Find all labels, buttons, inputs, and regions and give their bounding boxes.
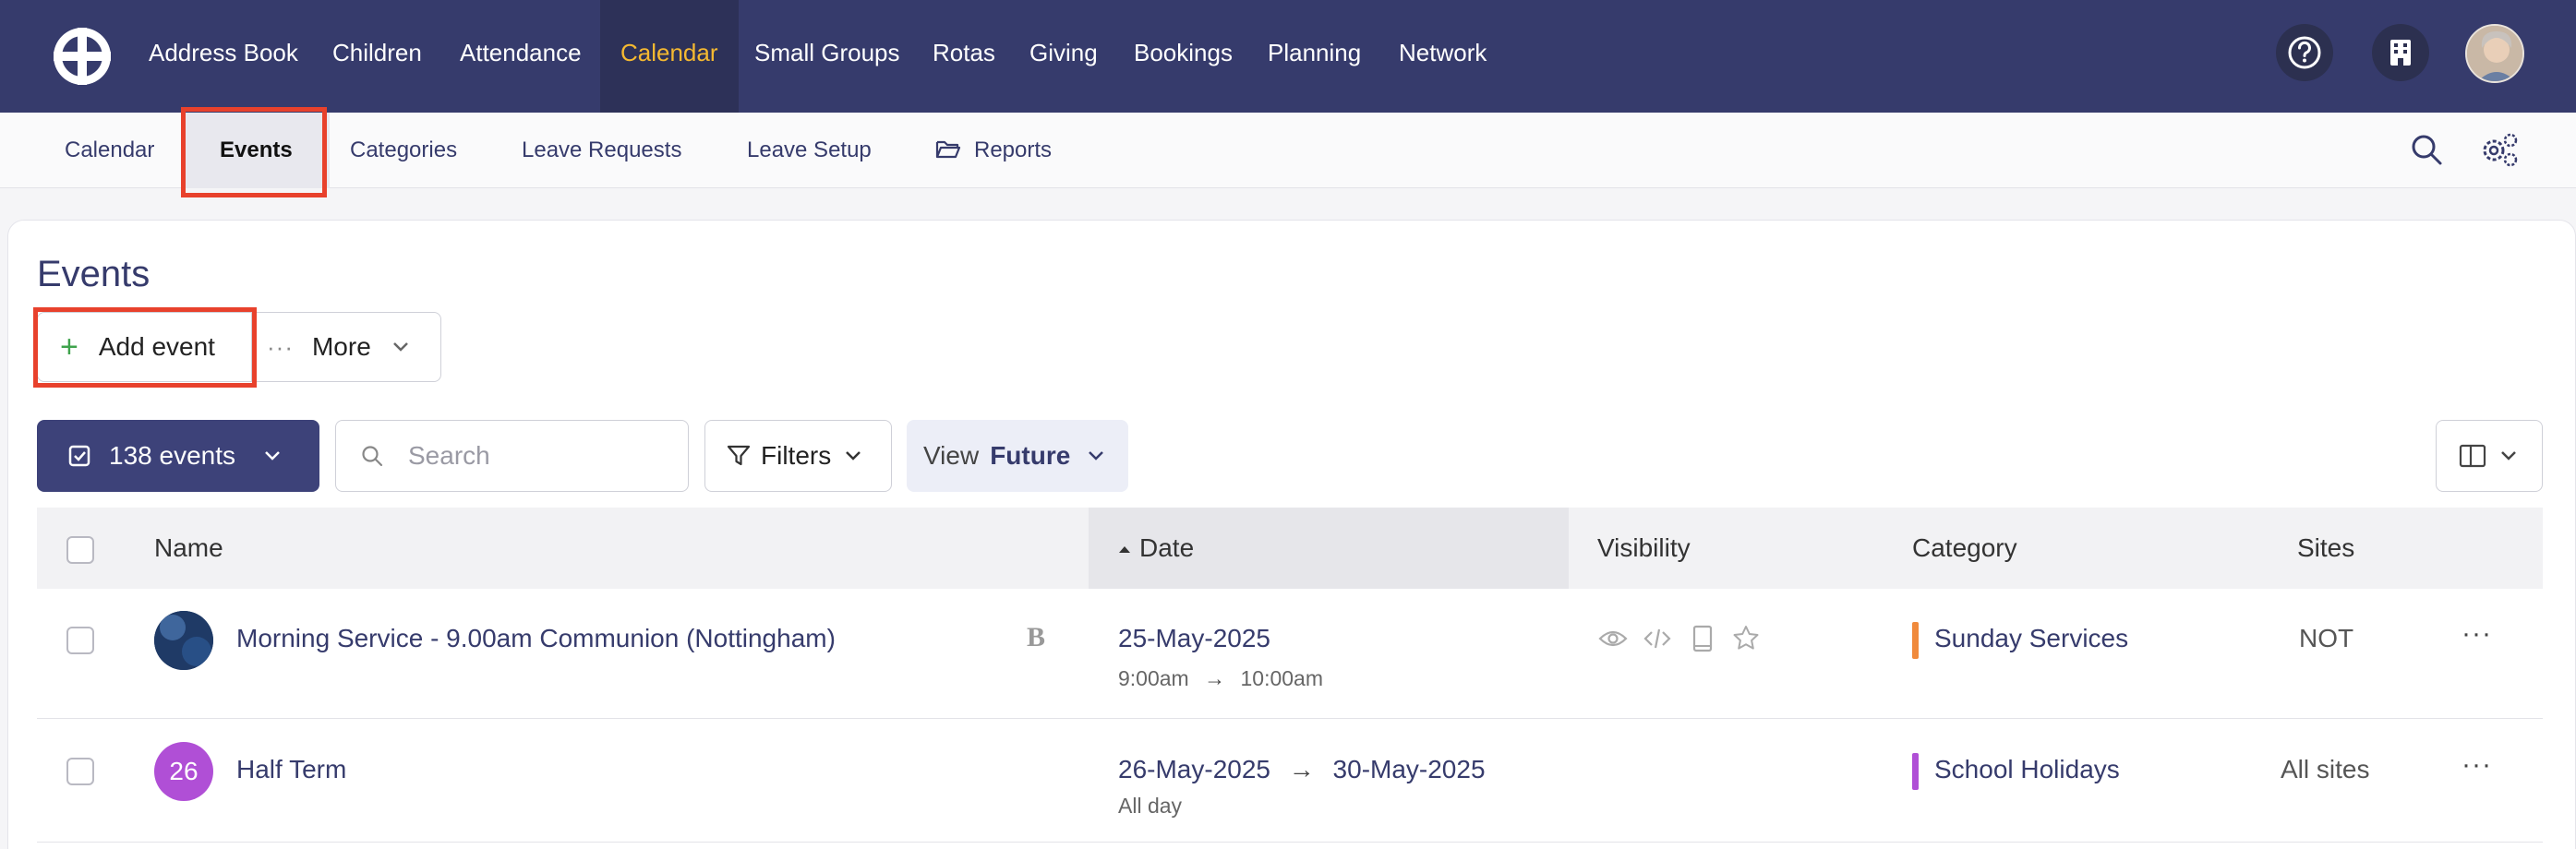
columns-layout-button[interactable]	[2436, 420, 2543, 492]
header-category[interactable]: Category	[1912, 508, 2017, 589]
add-event-label: Add event	[98, 332, 215, 361]
embed-code-icon	[1643, 628, 1671, 649]
event-time-start: 9:00am	[1118, 666, 1189, 690]
nav-item-children[interactable]: Children	[332, 0, 422, 113]
add-event-button[interactable]: + Add event	[37, 312, 253, 382]
subnav-reports[interactable]: Reports	[935, 113, 1052, 188]
nav-item-network[interactable]: Network	[1399, 0, 1487, 113]
columns-icon	[2459, 444, 2486, 468]
event-name-link[interactable]: Morning Service - 9.00am Communion (Nott…	[236, 624, 836, 653]
event-date-start: 26-May-2025	[1118, 755, 1270, 783]
view-label: View	[923, 441, 980, 470]
nav-item-small-groups[interactable]: Small Groups	[754, 0, 900, 113]
user-avatar[interactable]	[2465, 24, 2524, 83]
row-checkbox[interactable]	[66, 627, 94, 654]
event-date-badge: 26	[154, 742, 213, 801]
select-all-checkbox[interactable]	[66, 536, 94, 564]
nav-item-giving[interactable]: Giving	[1029, 0, 1098, 113]
building-icon	[2390, 40, 2411, 66]
header-date[interactable]: Date	[1117, 508, 1194, 589]
filters-label: Filters	[761, 441, 832, 470]
header-date-label: Date	[1139, 533, 1195, 562]
organisation-button[interactable]	[2372, 24, 2429, 81]
checkbox-checked-icon	[68, 445, 90, 467]
event-time: 9:00am → 10:00am	[1118, 666, 1323, 691]
event-date[interactable]: 25-May-2025	[1118, 624, 1270, 653]
row-divider	[37, 842, 2543, 843]
search-icon	[362, 446, 383, 467]
help-icon	[2288, 36, 2321, 69]
nav-item-planning[interactable]: Planning	[1268, 0, 1361, 113]
search-field	[335, 420, 689, 492]
chevron-down-icon	[2501, 451, 2516, 460]
event-time-note: All day	[1118, 794, 1183, 818]
sub-navigation: Calendar Events Categories Leave Request…	[0, 113, 2576, 188]
nav-item-attendance[interactable]: Attendance	[460, 0, 582, 113]
event-thumbnail-image	[154, 611, 213, 670]
arrow-right-icon: →	[1288, 755, 1315, 783]
search-icon[interactable]	[2410, 133, 2443, 166]
page-title: Events	[37, 254, 150, 294]
row-divider	[37, 718, 2543, 719]
sort-ascending-icon	[1119, 546, 1130, 553]
more-label: More	[311, 332, 371, 361]
help-button[interactable]	[2276, 24, 2333, 81]
search-input[interactable]	[408, 437, 676, 474]
select-events-button[interactable]: 138 events	[37, 420, 319, 492]
top-navigation: Address Book Children Attendance Calenda…	[0, 0, 2576, 113]
header-visibility[interactable]: Visibility	[1597, 508, 1691, 589]
nav-item-address-book[interactable]: Address Book	[149, 0, 298, 113]
row-actions-icon[interactable]: ···	[2462, 618, 2492, 650]
app-logo-icon[interactable]	[50, 24, 114, 89]
row-checkbox[interactable]	[66, 758, 94, 785]
tablet-icon	[1692, 625, 1713, 652]
subnav-reports-label: Reports	[974, 138, 1053, 162]
bold-b-icon: B	[1027, 622, 1046, 652]
event-date-range[interactable]: 26-May-2025 → 30-May-2025	[1118, 755, 1486, 784]
events-count-label: 138 events	[109, 441, 235, 470]
nav-item-rotas[interactable]: Rotas	[933, 0, 995, 113]
event-date-end: 30-May-2025	[1332, 755, 1486, 783]
filters-button[interactable]: Filters	[704, 420, 892, 492]
ellipsis-icon: ···	[267, 332, 294, 361]
event-time-end: 10:00am	[1240, 666, 1324, 690]
category-color-bar	[1912, 753, 1919, 790]
category-color-bar	[1912, 622, 1919, 659]
chevron-down-icon	[265, 451, 280, 460]
sites-value: All sites	[2281, 755, 2370, 783]
filter-funnel-icon	[727, 445, 751, 466]
arrow-right-icon: →	[1204, 666, 1226, 690]
header-sites[interactable]: Sites	[2297, 508, 2354, 589]
view-selector[interactable]: View Future	[907, 420, 1128, 492]
folder-open-icon	[935, 140, 961, 159]
header-name[interactable]: Name	[154, 508, 223, 589]
chevron-down-icon	[1089, 451, 1104, 460]
nav-item-calendar[interactable]: Calendar	[600, 0, 739, 113]
plus-icon: +	[60, 329, 78, 365]
nav-item-bookings[interactable]: Bookings	[1134, 0, 1233, 113]
subnav-categories[interactable]: Categories	[350, 113, 457, 188]
settings-gears-icon[interactable]	[2480, 131, 2519, 168]
more-button[interactable]: ··· More	[251, 312, 441, 382]
category-link[interactable]: Sunday Services	[1934, 624, 2128, 653]
chevron-down-icon	[846, 451, 861, 460]
star-icon	[1733, 626, 1759, 650]
eye-icon	[1598, 630, 1628, 647]
row-actions-icon[interactable]: ···	[2462, 749, 2492, 781]
subnav-calendar[interactable]: Calendar	[65, 113, 154, 188]
chevron-down-icon	[392, 342, 408, 352]
event-name-link[interactable]: Half Term	[236, 755, 346, 784]
view-value: Future	[990, 441, 1071, 470]
subnav-leave-setup[interactable]: Leave Setup	[747, 113, 872, 188]
subnav-events[interactable]: Events	[183, 113, 330, 188]
subnav-leave-requests[interactable]: Leave Requests	[522, 113, 681, 188]
event-thumbnail	[154, 611, 213, 670]
sites-value: NOT	[2299, 624, 2354, 652]
avatar-image	[2467, 26, 2522, 81]
category-link[interactable]: School Holidays	[1934, 755, 2120, 784]
